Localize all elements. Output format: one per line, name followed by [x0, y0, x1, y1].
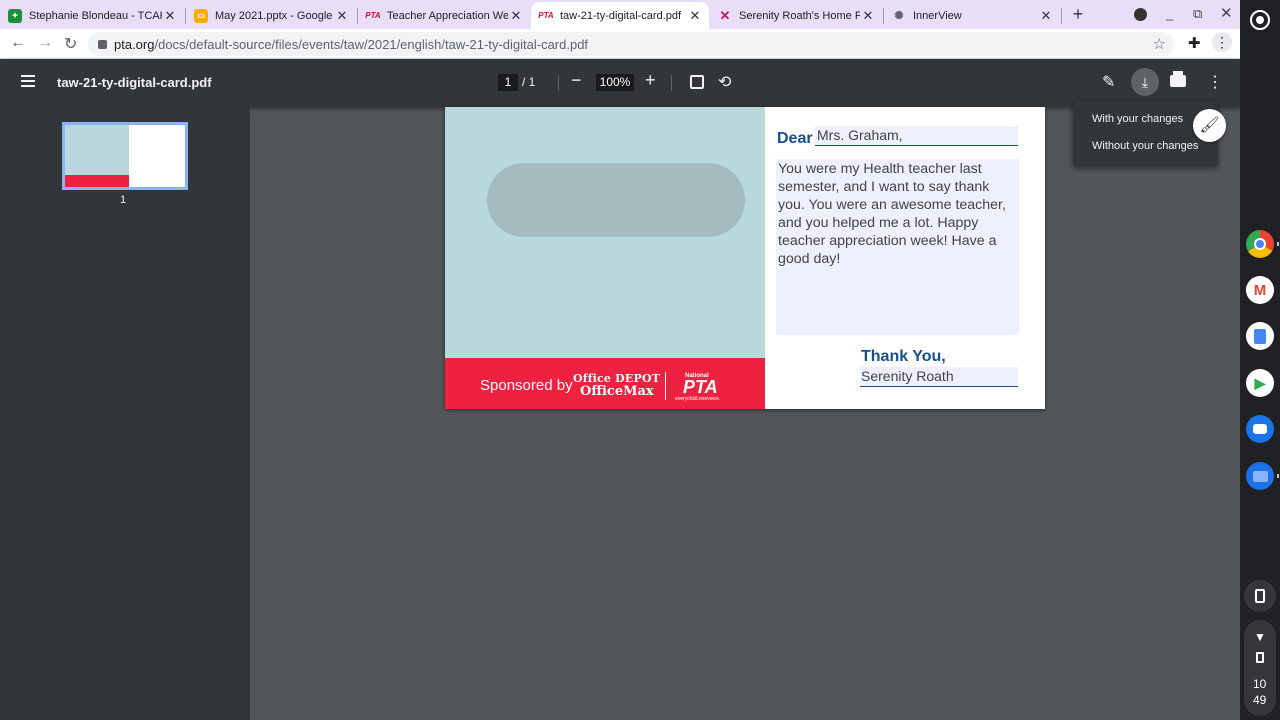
address-bar-row: ← → ↻ pta.org /docs/default-source/files…	[0, 29, 1240, 59]
wifi-icon: ▼	[1254, 630, 1266, 644]
tab-title: taw-21-ty-digital-card.pdf	[560, 9, 682, 22]
rotate-icon[interactable]: ⟲	[718, 72, 731, 92]
signature-field[interactable]: Serenity Roath	[860, 367, 1018, 387]
thumbnail-sidebar: 1	[0, 107, 250, 720]
messages-icon[interactable]	[1246, 415, 1274, 443]
running-indicator	[1277, 474, 1279, 478]
close-icon[interactable]: ✕	[687, 8, 703, 24]
gmail-icon[interactable]: M	[1246, 276, 1274, 304]
dear-label: Dear	[777, 130, 813, 147]
restore-icon[interactable]: ⧉	[1193, 6, 1202, 22]
minimize-icon[interactable]: _	[1166, 6, 1173, 21]
chrome-icon[interactable]	[1246, 230, 1274, 258]
page-thumbnail[interactable]	[62, 122, 188, 190]
card-image-area	[445, 107, 765, 358]
zoom-level-input[interactable]: 100%	[596, 74, 634, 91]
sponsor-band: Sponsored by Office DEPOT OfficeMax Nati…	[445, 358, 765, 409]
reload-icon[interactable]: ↻	[64, 34, 77, 54]
chrome-menu-icon[interactable]: ⋮	[1212, 32, 1232, 52]
slides-icon: ▭	[194, 8, 208, 23]
document-title: taw-21-ty-digital-card.pdf	[57, 75, 212, 90]
new-tab-button[interactable]: +	[1068, 4, 1088, 24]
print-icon[interactable]	[1170, 71, 1186, 87]
tab-title: Teacher Appreciation Week	[387, 9, 508, 22]
tab-tcah[interactable]: ✦ Stephanie Blondeau - TCAH ✕	[0, 2, 184, 29]
omnibox[interactable]: pta.org /docs/default-source/files/event…	[88, 32, 1174, 56]
download-without-changes[interactable]: Without your changes	[1092, 140, 1198, 152]
tab-favicon: ✦	[8, 8, 22, 23]
close-icon[interactable]: ✕	[1038, 8, 1054, 24]
forward-icon[interactable]: →	[37, 34, 53, 52]
annotate-pencil-icon[interactable]: ✎	[1102, 72, 1115, 92]
tab-search-icon[interactable]	[1134, 8, 1147, 21]
tab-divider	[1061, 8, 1062, 24]
launcher-icon[interactable]	[1250, 10, 1270, 30]
url-host: pta.org	[114, 36, 155, 52]
battery-icon	[1256, 652, 1264, 663]
sponsored-by-text: Sponsored by	[480, 377, 573, 394]
chromeos-shelf: M ▶	[1240, 0, 1280, 720]
play-store-icon[interactable]: ▶	[1246, 369, 1274, 397]
download-with-changes[interactable]: With your changes	[1092, 113, 1183, 125]
pta-icon: PTA	[365, 11, 381, 20]
pta-tagline: everychild.onevoice.	[675, 396, 721, 402]
back-icon[interactable]: ←	[10, 34, 26, 52]
more-options-icon[interactable]: ⋮	[1207, 72, 1223, 92]
zoom-out-icon[interactable]: −	[571, 70, 582, 91]
officemax-logo: OfficeMax	[580, 384, 654, 399]
close-icon[interactable]: ✕	[162, 8, 178, 24]
tab-title: InnerView	[913, 9, 962, 22]
lock-icon	[98, 39, 107, 49]
toolbar-divider	[671, 75, 672, 91]
browser-window: ✦ Stephanie Blondeau - TCAH ✕ ▭ May 2021…	[0, 0, 1240, 720]
sidebar-toggle-icon[interactable]	[21, 75, 35, 87]
url-path: /docs/default-source/files/events/taw/20…	[154, 36, 589, 52]
running-indicator	[1277, 242, 1279, 246]
fit-to-page-icon[interactable]	[690, 75, 704, 89]
paint-brush-icon[interactable]: 🖌	[1193, 109, 1226, 142]
page-number-input[interactable]: 1	[498, 74, 518, 91]
recipient-field[interactable]: Mrs. Graham,	[815, 126, 1018, 146]
innerview-icon: ✺	[894, 10, 904, 22]
message-field[interactable]: You were my Health teacher last semester…	[776, 159, 1019, 335]
docs-icon[interactable]	[1246, 322, 1274, 350]
pdf-toolbar: taw-21-ty-digital-card.pdf 1 / 1 − 100% …	[0, 59, 1240, 107]
clock-hour: 10	[1253, 677, 1267, 691]
tab-teacher-appreciation[interactable]: PTA Teacher Appreciation Week ✕	[358, 2, 530, 29]
tab-pdf-active[interactable]: PTA taw-21-ty-digital-card.pdf ✕	[531, 2, 709, 29]
tab-title: May 2021.pptx - Google Sli	[215, 9, 334, 22]
pta-logo: PTA	[683, 377, 718, 397]
zoom-in-icon[interactable]: +	[645, 70, 656, 91]
clock-minute: 49	[1253, 693, 1267, 707]
close-icon[interactable]: ✕	[508, 8, 524, 24]
download-icon[interactable]: ⤓	[1131, 68, 1159, 96]
x-logo-icon: ✕	[719, 7, 731, 23]
extensions-puzzle-icon[interactable]: ✚	[1188, 34, 1201, 52]
close-icon[interactable]: ✕	[334, 8, 350, 24]
closing-label: Thank You,	[861, 348, 946, 365]
pdf-card-page: Sponsored by Office DEPOT OfficeMax Nati…	[445, 107, 1045, 409]
pta-icon: PTA	[538, 11, 554, 20]
tab-serenity-home[interactable]: ✕ Serenity Roath's Home Pag ✕	[710, 2, 882, 29]
tab-innerview[interactable]: ✺ InnerView ✕	[884, 2, 1060, 29]
toolbar-divider	[558, 75, 559, 91]
tab-slides[interactable]: ▭ May 2021.pptx - Google Sli ✕	[186, 2, 356, 29]
window-close-icon[interactable]: ✕	[1220, 4, 1233, 22]
page-total: / 1	[522, 75, 536, 89]
logo-divider	[665, 372, 666, 400]
files-icon[interactable]	[1246, 462, 1274, 490]
thumbnail-art	[65, 125, 129, 175]
tab-title: Stephanie Blondeau - TCAH	[29, 9, 162, 22]
tab-strip: ✦ Stephanie Blondeau - TCAH ✕ ▭ May 2021…	[0, 0, 1240, 29]
close-icon[interactable]: ✕	[860, 8, 876, 24]
thumbnail-page-number: 1	[120, 194, 127, 206]
card-placeholder-shape	[487, 163, 745, 237]
bookmark-star-icon[interactable]: ☆	[1153, 35, 1166, 53]
thumbnail-band	[65, 175, 129, 187]
tab-title: Serenity Roath's Home Pag	[739, 9, 860, 22]
phone-hub-icon[interactable]	[1244, 580, 1276, 612]
